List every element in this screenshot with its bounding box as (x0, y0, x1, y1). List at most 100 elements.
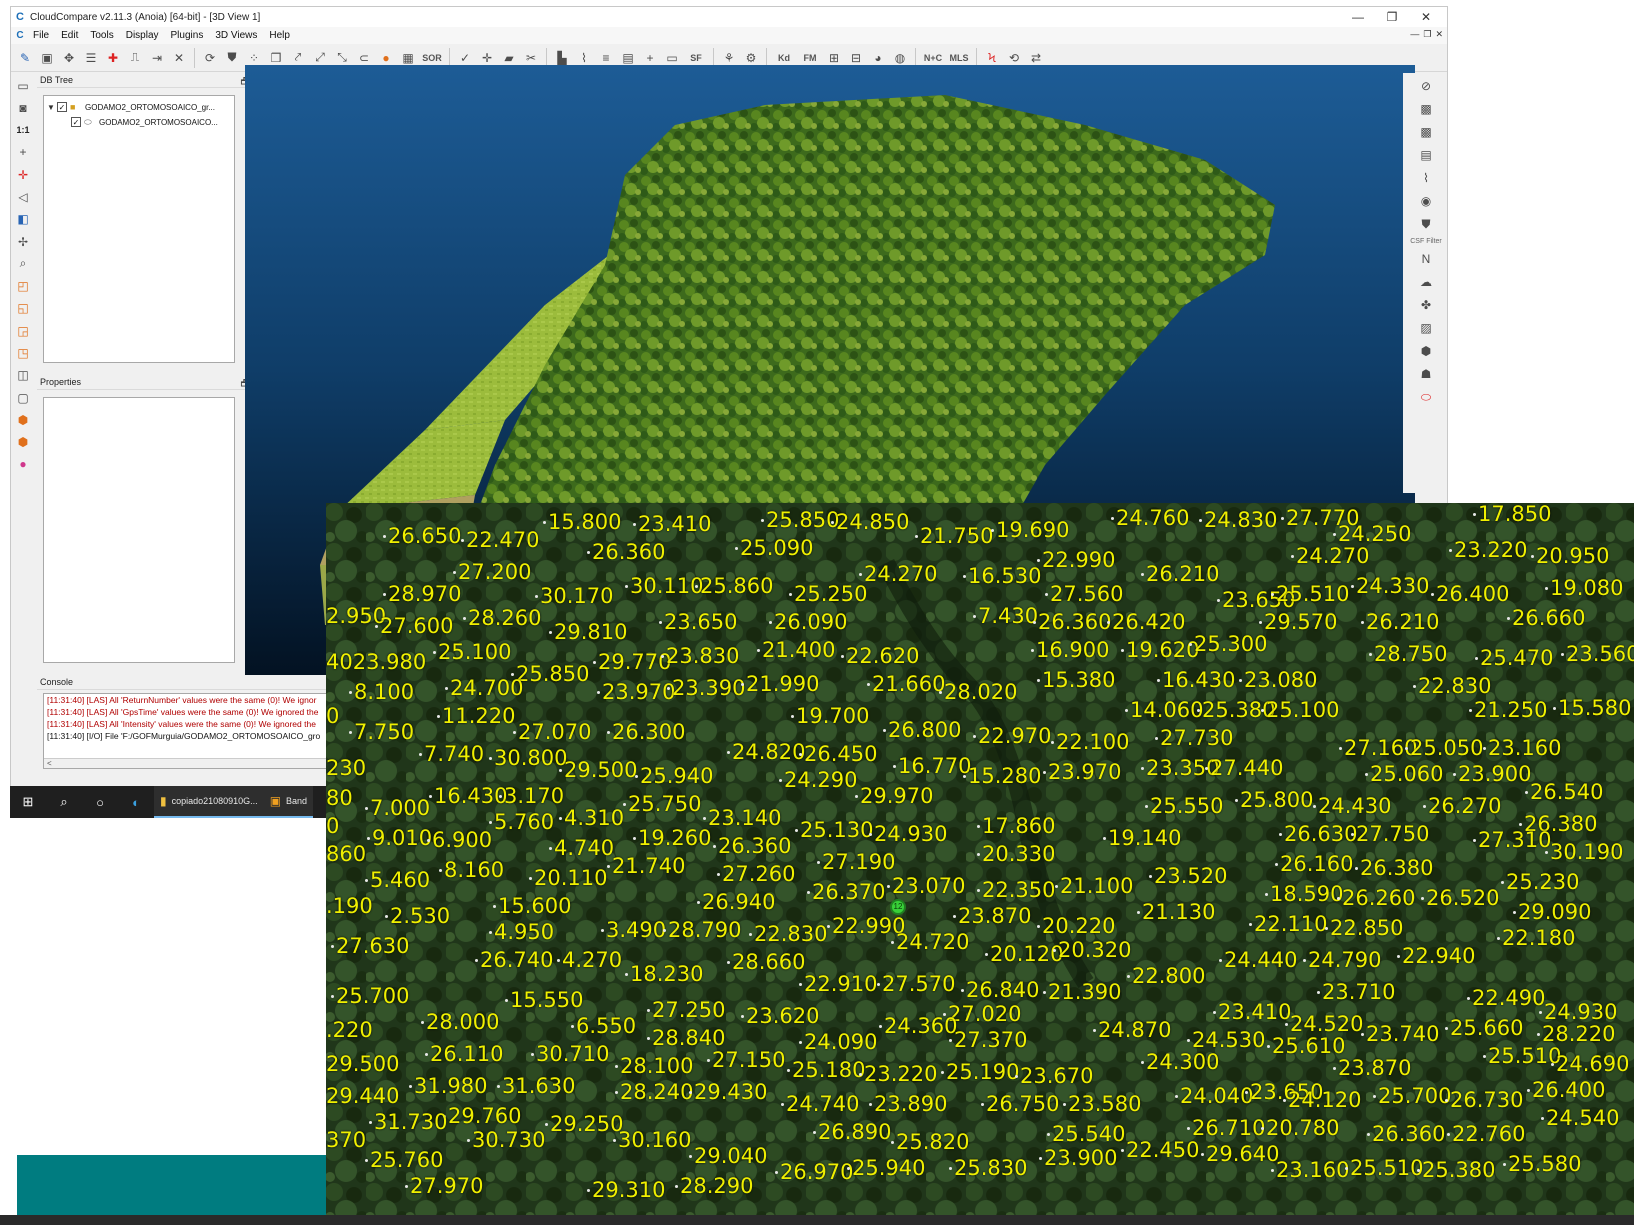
color-dots-icon[interactable]: ● (14, 456, 32, 473)
tree-item-group[interactable]: ▼ ✓ ■ GODAMO2_ORTOMOSOAICO_gr... (47, 100, 215, 114)
iso-back-icon[interactable]: ⬢ (14, 434, 32, 451)
bottom-view-icon[interactable]: ▢ (14, 389, 32, 406)
tree-item-cloud[interactable]: ✓ ⬭ GODAMO2_ORTOMOSOAICO... (71, 115, 218, 129)
brush-icon[interactable]: ⌇ (1417, 169, 1435, 187)
camera-icon[interactable]: ◙ (14, 99, 32, 116)
taskbar-app-explorer[interactable]: ▮ copiado21080910G... (154, 786, 264, 818)
ellipse-icon[interactable]: ⬭ (1417, 388, 1435, 406)
zoom-icon[interactable]: ⌕ (14, 255, 32, 272)
tree-top-dot (1219, 959, 1222, 962)
terrain-icon[interactable]: ▨ (1417, 319, 1435, 337)
tree-height-label: 23.900 (1458, 762, 1532, 786)
zoom-one-to-one-icon[interactable]: 1:1 (14, 122, 32, 139)
selected-tree-marker[interactable]: 12 (890, 899, 906, 915)
tree-top-dot (1445, 1027, 1448, 1030)
menu-3d-views[interactable]: 3D Views (209, 30, 263, 41)
close-button[interactable]: ✕ (1409, 7, 1443, 27)
iso-front-icon[interactable]: ⬢ (14, 411, 32, 428)
search-icon[interactable]: ⌕ (46, 786, 82, 818)
tree-height-label: 30.730 (472, 1128, 546, 1152)
front-view-icon[interactable]: ◱ (14, 300, 32, 317)
tree-height-label: 25.090 (740, 536, 814, 560)
console-horizontal-scrollbar[interactable]: < (44, 758, 332, 768)
tree-height-label: 26.940 (702, 890, 776, 914)
center-icon[interactable]: + (14, 144, 32, 161)
expand-arrow-icon[interactable]: ▼ (47, 103, 57, 112)
menu-display[interactable]: Display (120, 30, 165, 41)
shield-icon[interactable]: ⛊ (222, 48, 242, 68)
tree-top-dot (891, 941, 894, 944)
clapper-icon[interactable]: ▤ (1417, 146, 1435, 164)
tree-height-label: 24.270 (1296, 544, 1370, 568)
tree-top-dot (601, 929, 604, 932)
tree-top-dot (557, 959, 560, 962)
no-entry-icon[interactable]: ⊘ (1417, 77, 1435, 95)
merge-icon[interactable]: ⇥ (147, 48, 167, 68)
mdi-restore-button[interactable]: ❐ (1423, 29, 1431, 40)
csf-filter-label: CSF Filter (1410, 238, 1442, 245)
cube-view-icon[interactable]: ◧ (14, 211, 32, 228)
tree-height-label: 0 (326, 704, 340, 728)
pick-point-icon[interactable]: ✚ (103, 48, 123, 68)
edge-browser-icon[interactable]: ◐ (118, 786, 154, 818)
tree-height-label: 26.710 (1192, 1116, 1266, 1140)
windows-start-icon[interactable]: ⊞ (10, 786, 46, 818)
csf-shield-icon[interactable]: ⛊ (1417, 215, 1435, 233)
tree-top-dot (489, 931, 492, 934)
auto-pivot-icon[interactable]: ✛ (14, 166, 32, 183)
tree-icon[interactable]: ✤ (1417, 296, 1435, 314)
tree-height-label: 3.490 (606, 918, 667, 942)
tree-height-label: 28.290 (680, 1174, 754, 1198)
grass-field-middle (340, 420, 505, 510)
right-view-icon[interactable]: ◫ (14, 367, 32, 384)
tree-height-label: 25.850 (516, 662, 590, 686)
mdi-minimize-button[interactable]: — (1410, 29, 1419, 40)
tree-height-label: 24.850 (836, 510, 910, 534)
tree-top-dot (1539, 1011, 1542, 1014)
tree-height-label: 19.140 (1108, 826, 1182, 850)
tree-top-dot (597, 691, 600, 694)
tree-top-dot (1239, 679, 1242, 682)
tree-top-dot (1431, 593, 1434, 596)
segment-icon[interactable]: ⎍ (125, 48, 145, 68)
back-view-icon[interactable]: ◳ (14, 344, 32, 361)
open-icon[interactable]: ✎ (15, 48, 35, 68)
pivot-icon[interactable]: ✢ (14, 233, 32, 250)
raster-icon[interactable]: ▩ (1417, 123, 1435, 141)
dem-icon[interactable]: ▩ (1417, 100, 1435, 118)
tree-height-label: 25.060 (1370, 762, 1444, 786)
mdi-close-button[interactable]: ✕ (1435, 29, 1443, 40)
minimize-button[interactable]: — (1341, 7, 1375, 27)
visibility-checkbox[interactable]: ✓ (57, 102, 67, 112)
save-icon[interactable]: ▣ (37, 48, 57, 68)
tree-height-label: 25.050 (1410, 736, 1484, 760)
taskbar-app-band[interactable]: ▣ Band (263, 786, 314, 818)
tree-height-label: 26.090 (774, 610, 848, 634)
ransac-icon[interactable]: ☗ (1417, 365, 1435, 383)
delete-icon[interactable]: ✕ (169, 48, 189, 68)
translate-icon[interactable]: ⟳ (200, 48, 220, 68)
hpr-icon[interactable]: ☁ (1417, 273, 1435, 291)
tree-top-dot (593, 661, 596, 664)
menu-tools[interactable]: Tools (84, 30, 119, 41)
cloudcompare-logo-icon: C (16, 11, 24, 23)
scroll-left-icon[interactable]: < (47, 759, 52, 768)
list-icon[interactable]: ☰ (81, 48, 101, 68)
tree-top-dot (977, 853, 980, 856)
hexagon-icon[interactable]: ⬢ (1417, 342, 1435, 360)
cortana-icon[interactable]: ○ (82, 786, 118, 818)
north-arrow-icon[interactable]: N (1417, 250, 1435, 268)
menu-plugins[interactable]: Plugins (165, 30, 210, 41)
left-view-icon[interactable]: ◲ (14, 322, 32, 339)
visibility-checkbox[interactable]: ✓ (71, 117, 81, 127)
menu-edit[interactable]: Edit (55, 30, 84, 41)
menu-file[interactable]: File (27, 30, 55, 41)
tree-height-label: 25.860 (700, 574, 774, 598)
top-view-icon[interactable]: ◰ (14, 278, 32, 295)
restore-button[interactable]: ❐ (1375, 7, 1409, 27)
screen-icon[interactable]: ▭ (14, 77, 32, 94)
menu-help[interactable]: Help (263, 30, 296, 41)
perspective-icon[interactable]: ◁ (14, 188, 32, 205)
compass-icon[interactable]: ◉ (1417, 192, 1435, 210)
cloud-tools-icon[interactable]: ✥ (59, 48, 79, 68)
